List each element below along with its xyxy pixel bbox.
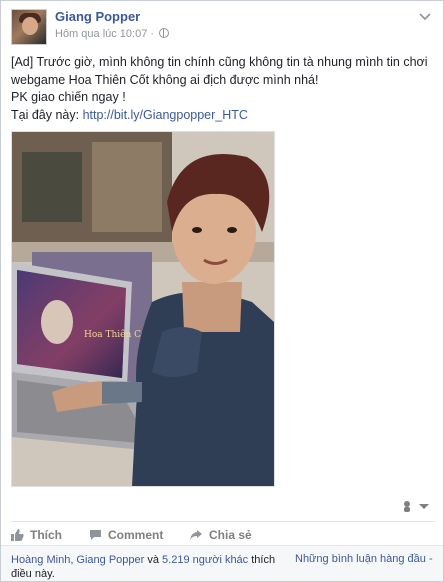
post-card: Giang Popper Hôm qua lúc 10:07 · [Ad] Tr… xyxy=(0,0,444,582)
likes-connector: và xyxy=(144,554,163,566)
action-bar: Thích Comment Chia sẻ xyxy=(11,521,435,544)
meta-separator: · xyxy=(150,28,155,40)
timestamp[interactable]: Hôm qua lúc 10:07 xyxy=(55,28,147,40)
comment-label: Comment xyxy=(108,528,164,542)
chevron-down-icon[interactable] xyxy=(419,13,431,21)
photo-illustration: Hoa Thiên Cốt xyxy=(12,132,274,486)
author-name[interactable]: Giang Popper xyxy=(55,9,140,24)
comments-sort-dropdown[interactable]: Những bình luận hàng đầu - xyxy=(295,553,433,565)
comment-icon xyxy=(90,530,101,540)
avatar[interactable] xyxy=(11,9,47,45)
like-label: Thích xyxy=(30,528,62,542)
share-label: Chia sẻ xyxy=(209,528,252,542)
comment-button[interactable]: Comment xyxy=(89,528,163,542)
post-text-prefix: Tại đây này: xyxy=(11,107,83,122)
post-text-line3: Tại đây này: http://bit.ly/Giangpopper_H… xyxy=(11,107,435,125)
liker-names[interactable]: Hoàng Minh, Giang Popper xyxy=(11,554,144,566)
post-text-line1: [Ad] Trước giờ, mình không tin chính cũn… xyxy=(11,55,428,87)
post-header: Giang Popper Hôm qua lúc 10:07 · xyxy=(11,9,431,47)
like-button[interactable]: Thích xyxy=(11,528,62,542)
share-icon xyxy=(190,530,202,540)
likes-bar: Hoàng Minh, Giang Popper và 5.219 người … xyxy=(1,545,443,581)
globe-icon[interactable] xyxy=(159,28,170,38)
thumbs-up-icon xyxy=(11,529,24,541)
likes-summary: Hoàng Minh, Giang Popper và 5.219 người … xyxy=(11,553,281,581)
post-photo[interactable]: Hoa Thiên Cốt xyxy=(11,131,275,487)
likes-others-count[interactable]: 5.219 người khác xyxy=(162,554,248,566)
post-link[interactable]: http://bit.ly/Giangpopper_HTC xyxy=(83,108,248,122)
post-text-line2: PK giao chiến ngay ! xyxy=(11,90,126,104)
post-text: [Ad] Trước giờ, mình không tin chính cũn… xyxy=(11,54,435,124)
share-button[interactable]: Chia sẻ xyxy=(189,528,252,542)
reaction-settings-icon[interactable] xyxy=(401,499,431,513)
post-meta: Hôm qua lúc 10:07 · xyxy=(55,28,170,40)
